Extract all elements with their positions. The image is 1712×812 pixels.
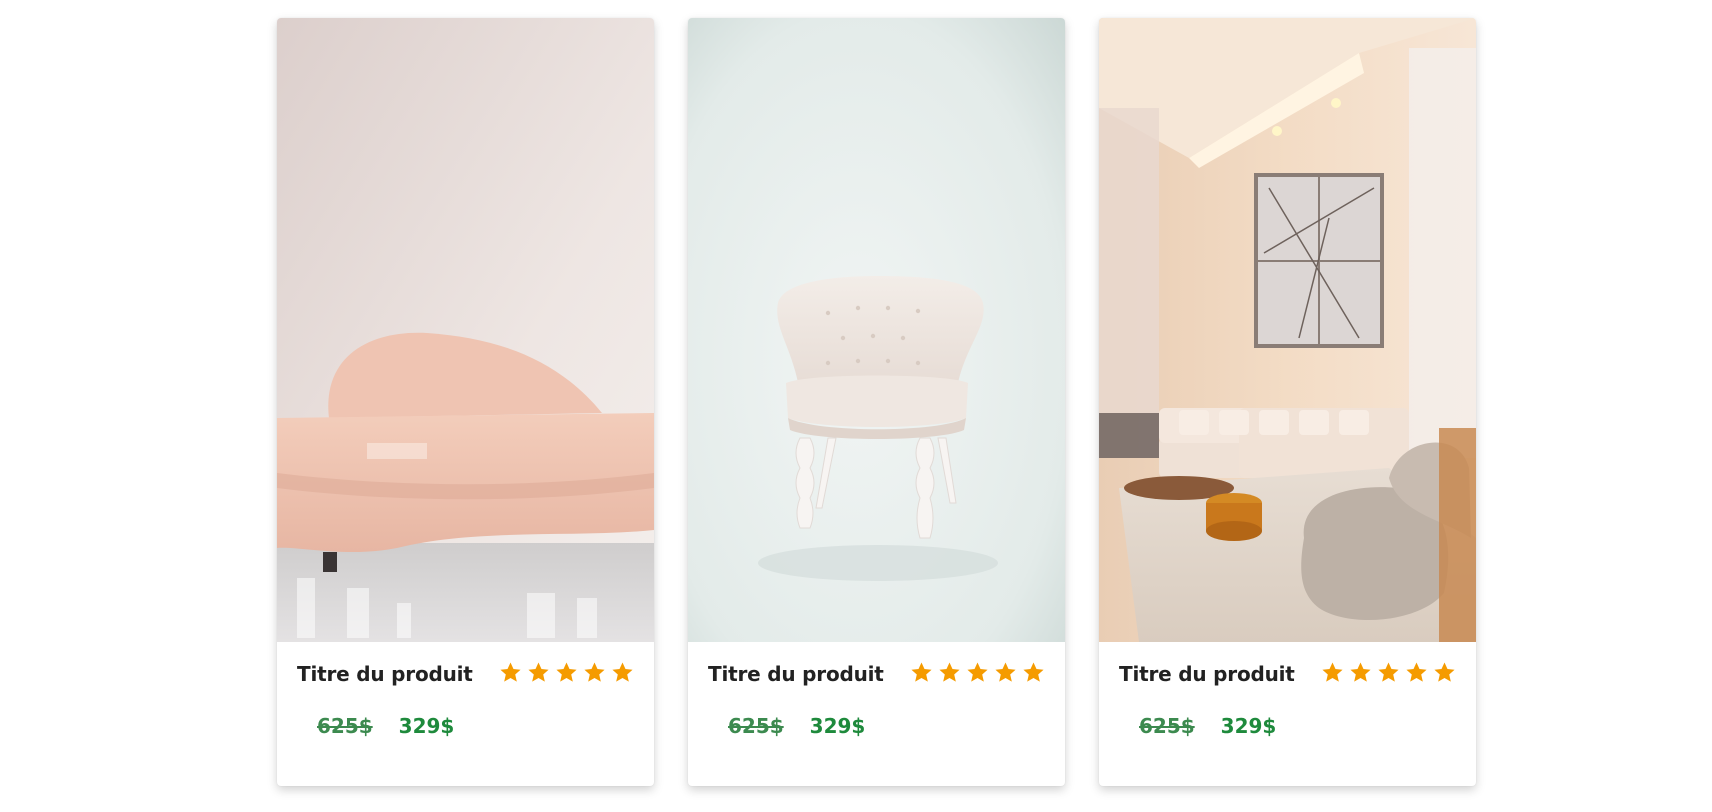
price-row: 625$ 329$ [317, 714, 454, 738]
product-info: Titre du produit 625$ 329$ [1099, 642, 1476, 786]
star-icon [911, 662, 932, 682]
star-icon [1350, 662, 1371, 682]
product-card[interactable]: Titre du produit 625$ 329$ [1099, 18, 1476, 786]
product-image-white-armchair[interactable] [688, 18, 1065, 642]
product-gallery-page: Titre du produit 625$ 329$ Titre du prod… [0, 0, 1712, 812]
star-icon [1023, 662, 1044, 682]
pink-sofa-illustration [277, 18, 654, 642]
star-icon [1322, 662, 1343, 682]
product-card-list: Titre du produit 625$ 329$ Titre du prod… [277, 18, 1476, 786]
white-armchair-illustration [688, 18, 1065, 642]
product-image-pink-sofa[interactable] [277, 18, 654, 642]
rating-stars [499, 661, 634, 684]
product-info: Titre du produit 625$ 329$ [688, 642, 1065, 786]
product-info: Titre du produit 625$ 329$ [277, 642, 654, 786]
price-row: 625$ 329$ [1139, 714, 1276, 738]
star-icon [1378, 662, 1399, 682]
sale-price: 329$ [398, 714, 455, 738]
old-price: 625$ [1139, 714, 1195, 738]
product-title[interactable]: Titre du produit [297, 662, 473, 686]
product-card[interactable]: Titre du produit 625$ 329$ [688, 18, 1065, 786]
star-icon [500, 662, 521, 682]
rating-stars [1321, 661, 1456, 684]
star-icon [1406, 662, 1427, 682]
star-icon [528, 662, 549, 682]
old-price: 625$ [728, 714, 784, 738]
star-icon [995, 662, 1016, 682]
living-room-illustration [1099, 18, 1476, 642]
star-icon [584, 662, 605, 682]
product-image-living-room[interactable] [1099, 18, 1476, 642]
old-price: 625$ [317, 714, 373, 738]
product-card[interactable]: Titre du produit 625$ 329$ [277, 18, 654, 786]
star-icon [612, 662, 633, 682]
sale-price: 329$ [1220, 714, 1277, 738]
star-icon [967, 662, 988, 682]
star-icon [1434, 662, 1455, 682]
star-icon [556, 662, 577, 682]
star-icon [939, 662, 960, 682]
product-title[interactable]: Titre du produit [1119, 662, 1295, 686]
price-row: 625$ 329$ [728, 714, 865, 738]
rating-stars [910, 661, 1045, 684]
sale-price: 329$ [809, 714, 866, 738]
product-title[interactable]: Titre du produit [708, 662, 884, 686]
